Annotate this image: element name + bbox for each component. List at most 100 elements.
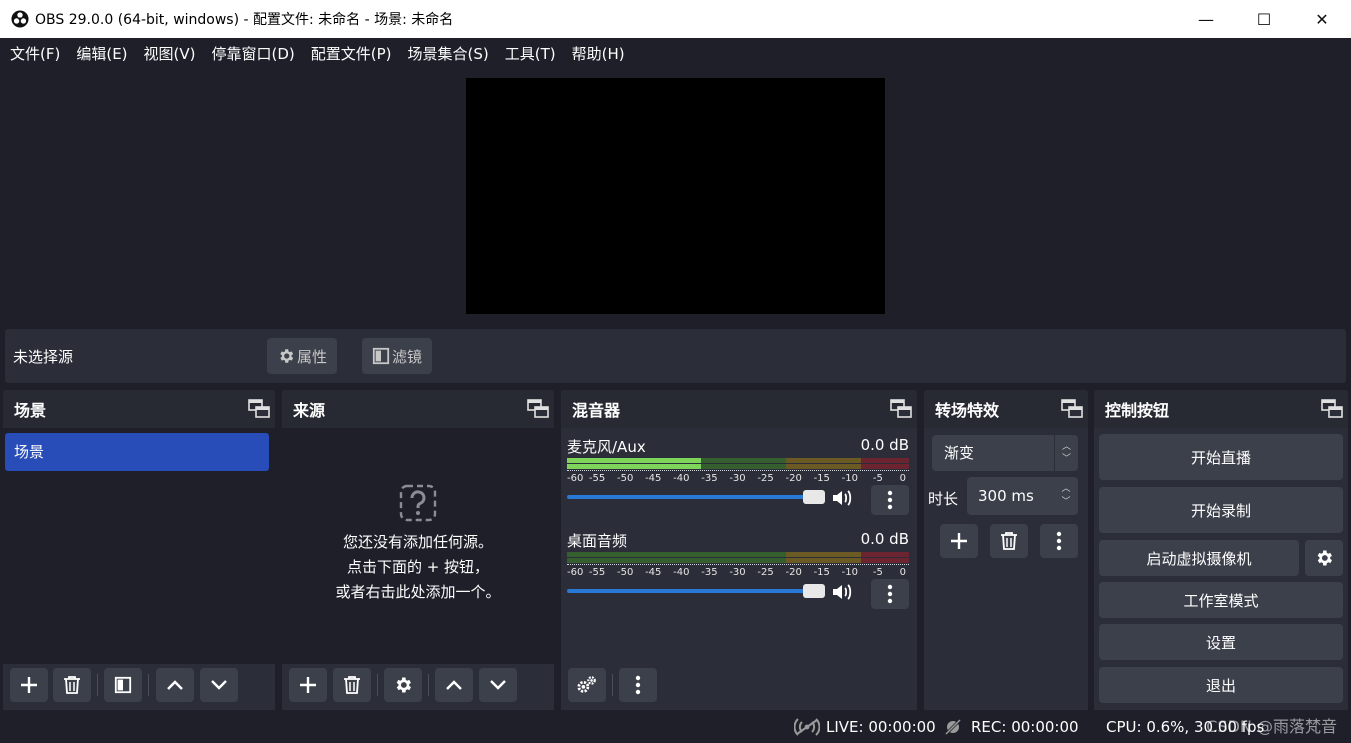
exit-button[interactable]: 退出 (1099, 667, 1343, 703)
channel-more-button[interactable] (871, 579, 909, 609)
channel-db: 0.0 dB (860, 530, 909, 548)
menu-file[interactable]: 文件(F) (2, 43, 68, 64)
scale-label: -30 (729, 473, 746, 484)
menu-profile[interactable]: 配置文件(P) (303, 43, 400, 64)
move-scene-down-button[interactable] (200, 668, 238, 702)
undock-icon[interactable] (890, 399, 912, 419)
scale-label: -10 (841, 473, 858, 484)
gear-icon (280, 349, 294, 363)
scale-label: -45 (645, 473, 662, 484)
rec-status: REC: 00:00:00 (944, 718, 1079, 736)
undock-icon[interactable] (248, 399, 270, 419)
undock-icon[interactable] (527, 399, 549, 419)
start-streaming-button[interactable]: 开始直播 (1099, 434, 1343, 480)
move-source-down-button[interactable] (479, 668, 517, 702)
scale-label: -25 (757, 473, 774, 484)
scale-label: -15 (813, 567, 830, 578)
scale-label: -60 (567, 473, 584, 484)
toolbar-separator (148, 674, 149, 696)
menu-edit[interactable]: 编辑(E) (68, 43, 135, 64)
settings-button[interactable]: 设置 (1099, 624, 1343, 660)
channel-more-button[interactable] (871, 485, 909, 515)
gear-icon (1317, 550, 1332, 566)
trash-icon (1001, 532, 1017, 550)
menu-tools[interactable]: 工具(T) (497, 43, 564, 64)
move-source-up-button[interactable] (435, 668, 473, 702)
window-title: OBS 29.0.0 (64-bit, windows) - 配置文件: 未命名… (35, 12, 454, 28)
mixer-menu-button[interactable] (619, 668, 657, 702)
transitions-header: 转场特效 (924, 390, 1088, 428)
filters-button[interactable]: 滤镜 (362, 338, 433, 374)
toolbar-separator (428, 674, 429, 696)
minimize-button[interactable]: — (1177, 0, 1235, 38)
scale-label: 0 (899, 567, 906, 578)
gears-icon (577, 676, 596, 693)
meter-scale: -60 -55 -50 -45 -40 -35 -30 -25 -20 -15 -10 -5 0 (567, 567, 909, 579)
menu-scene-collection[interactable]: 场景集合(S) (400, 43, 497, 64)
preview-canvas[interactable] (466, 78, 885, 314)
virtual-camera-settings-button[interactable] (1305, 540, 1343, 576)
empty-sources-hint: 您还没有添加任何源。 点击下面的 + 按钮， 或者右击此处添加一个。 (282, 484, 554, 605)
meter-scale: -60 -55 -50 -45 -40 -35 -30 -25 -20 -15 -10 -5 0 (567, 473, 909, 485)
status-bar: LIVE: 00:00:00 REC: 00:00:00 CPU: 0.6%, … (0, 711, 1351, 743)
duration-input[interactable]: 300 ms ︿ ﹀ (967, 477, 1078, 515)
menu-view[interactable]: 视图(V) (136, 43, 204, 64)
undock-icon[interactable] (1321, 399, 1343, 419)
meter-track (567, 552, 909, 557)
start-recording-button[interactable]: 开始录制 (1099, 487, 1343, 533)
transitions-dock: 转场特效 渐变 ︿ ﹀ 时长 300 ms ︿ ﹀ (924, 390, 1088, 710)
duration-label: 时长 (928, 490, 959, 508)
properties-label: 属性 (297, 347, 328, 366)
close-button[interactable]: ✕ (1293, 0, 1351, 38)
add-scene-button[interactable] (10, 668, 48, 702)
chevron-down-icon (490, 680, 506, 690)
move-scene-up-button[interactable] (156, 668, 194, 702)
speaker-icon[interactable] (831, 488, 853, 508)
meter-track (567, 558, 909, 563)
add-transition-button[interactable] (940, 524, 978, 558)
empty-hint-line3: 或者右击此处添加一个。 (335, 583, 501, 601)
transition-menu-button[interactable] (1040, 524, 1078, 558)
start-virtual-camera-button[interactable]: 启动虚拟摄像机 (1099, 540, 1299, 576)
properties-button[interactable]: 属性 (267, 338, 338, 374)
vertical-dots-icon (635, 675, 641, 695)
menu-help[interactable]: 帮助(H) (564, 43, 633, 64)
speaker-icon[interactable] (831, 582, 853, 602)
scale-label: -60 (567, 567, 584, 578)
menu-bar: 文件(F) 编辑(E) 视图(V) 停靠窗口(D) 配置文件(P) 场景集合(S… (0, 38, 1351, 68)
watermark: CSDN @雨落梵音 (1206, 717, 1337, 736)
add-source-button[interactable] (289, 668, 327, 702)
source-properties-button[interactable] (384, 668, 422, 702)
remove-transition-button[interactable] (990, 524, 1028, 558)
menu-docks[interactable]: 停靠窗口(D) (204, 43, 303, 64)
transition-selected-value: 渐变 (944, 444, 975, 462)
chevron-up-icon (446, 680, 462, 690)
volume-slider[interactable] (567, 589, 823, 593)
scale-label: -15 (813, 473, 830, 484)
plus-icon (300, 677, 316, 693)
studio-mode-button[interactable]: 工作室模式 (1099, 582, 1343, 618)
scale-label: -10 (841, 567, 858, 578)
channel-name: 麦克风/Aux (567, 438, 646, 456)
scale-label: -45 (645, 567, 662, 578)
mixer-dock: 混音器 麦克风/Aux 0.0 dB -60 -55 -50 -45 -40 -35 -30… (561, 390, 917, 710)
remove-source-button[interactable] (333, 668, 371, 702)
scenes-header: 场景 (3, 390, 275, 428)
volume-slider[interactable] (567, 495, 823, 499)
scene-list-item[interactable]: 场景 (5, 433, 269, 471)
vertical-dots-icon (1056, 531, 1062, 551)
remove-scene-button[interactable] (53, 668, 91, 702)
plus-icon (21, 677, 37, 693)
transition-select[interactable]: 渐变 ︿ ﹀ (932, 435, 1078, 471)
scene-filters-button[interactable] (104, 668, 142, 702)
maximize-button[interactable]: ☐ (1235, 0, 1293, 38)
volume-slider-handle[interactable] (803, 490, 825, 504)
undock-icon[interactable] (1061, 399, 1083, 419)
gear-icon (396, 677, 411, 693)
spinbox-arrows-icon[interactable]: ︿ ﹀ (1054, 477, 1078, 515)
sources-dock: 来源 您还没有添加任何源。 点击下面的 + 按钮， 或者右击此处添加一个。 (282, 390, 554, 710)
duration-value: 300 ms (978, 487, 1034, 505)
advanced-audio-button[interactable] (568, 668, 606, 702)
obs-logo-icon (11, 10, 29, 28)
volume-slider-handle[interactable] (803, 584, 825, 598)
